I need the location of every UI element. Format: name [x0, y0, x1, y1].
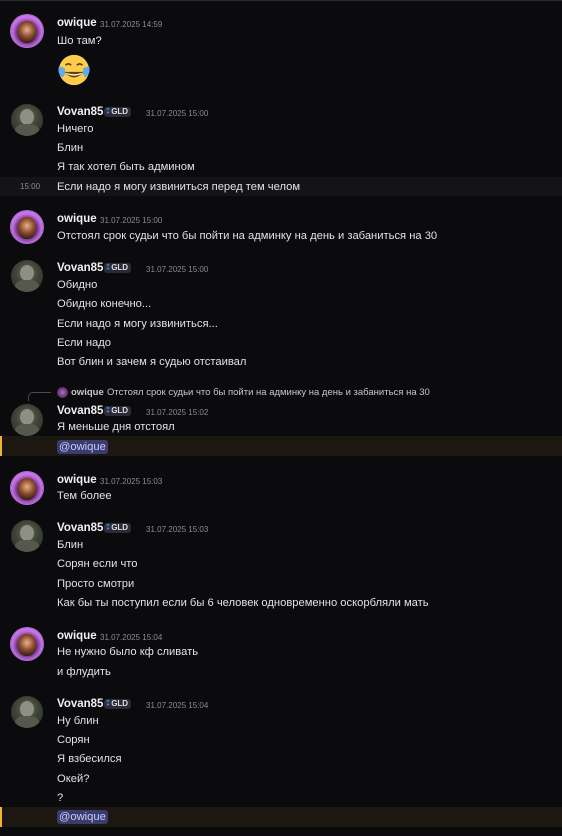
author-name[interactable]: Vovan85 — [57, 262, 103, 274]
message-text: Блин — [57, 142, 84, 154]
message-text: Шо там? — [57, 35, 102, 47]
message-text: Если надо я могу извиниться... — [57, 318, 218, 330]
guild-tag-icon: ⁑ — [106, 699, 111, 708]
message-text: Я взбесился — [57, 753, 122, 765]
avatar[interactable] — [11, 628, 43, 660]
message-text: Вот блин и зачем я судью отстаивал — [57, 356, 247, 368]
author-name[interactable]: owique — [57, 213, 97, 225]
timestamp: 31.07.2025 15:04 — [146, 701, 209, 710]
message-text: Не нужно было кф сливать — [57, 646, 199, 658]
avatar[interactable] — [11, 520, 43, 552]
timestamp: 31.07.2025 15:03 — [100, 477, 163, 486]
guild-tag[interactable]: ⁑GLD — [104, 406, 132, 416]
author-name[interactable]: owique — [57, 630, 97, 642]
timestamp: 31.07.2025 15:03 — [146, 525, 209, 534]
author-name[interactable]: Vovan85 — [57, 106, 103, 118]
top-divider — [0, 0, 562, 1]
message-text: Блин — [57, 539, 84, 551]
guild-tag[interactable]: ⁑GLD — [104, 699, 132, 709]
mention-bar — [0, 436, 2, 456]
avatar[interactable] — [11, 15, 43, 47]
hover-timestamp: 15:00 — [20, 182, 41, 191]
author-name[interactable]: Vovan85 — [57, 698, 103, 710]
message-text: Сорян — [57, 734, 90, 746]
author-name[interactable]: owique — [57, 474, 97, 486]
reply-avatar[interactable] — [57, 387, 68, 398]
timestamp: 31.07.2025 15:02 — [146, 408, 209, 417]
author-name[interactable]: owique — [57, 17, 97, 29]
message-text: Ну блин — [57, 715, 99, 727]
user-mention[interactable]: @owique — [57, 810, 108, 824]
timestamp: 31.07.2025 15:00 — [100, 216, 163, 225]
reply-connector — [28, 392, 51, 401]
user-mention[interactable]: @owique — [57, 440, 108, 454]
reply-author[interactable]: owique — [71, 387, 104, 398]
message-text: Я так хотел быть админом — [57, 161, 195, 173]
timestamp: 31.07.2025 15:00 — [146, 265, 209, 274]
message-text: и флудить — [57, 666, 111, 678]
message-text: Тем более — [57, 490, 112, 502]
message-text: Ничего — [57, 123, 94, 135]
guild-tag-icon: ⁑ — [106, 523, 111, 532]
avatar[interactable] — [11, 472, 43, 504]
avatar[interactable] — [11, 260, 43, 292]
author-name[interactable]: Vovan85 — [57, 522, 103, 534]
message-text: Окей? — [57, 773, 90, 785]
message-text: Я меньше дня отстоял — [57, 421, 175, 433]
message-text: Если надо — [57, 337, 111, 349]
guild-tag-icon: ⁑ — [106, 263, 111, 272]
message-text: ? — [57, 792, 64, 804]
reply-preview[interactable]: Отстоял срок судьи что бы пойти на админ… — [107, 387, 430, 398]
face-with-tears-of-joy-icon — [58, 54, 90, 86]
guild-tag[interactable]: ⁑GLD — [104, 107, 132, 117]
guild-tag-icon: ⁑ — [106, 107, 111, 116]
timestamp: 31.07.2025 14:59 — [100, 20, 163, 29]
avatar[interactable] — [11, 404, 43, 436]
message-text: Сорян если что — [57, 558, 138, 570]
message-text: Отстоял срок судьи что бы пойти на админ… — [57, 230, 438, 242]
author-name[interactable]: Vovan85 — [57, 405, 103, 417]
message-text: Обидно — [57, 279, 98, 291]
message-text: Обидно конечно... — [57, 298, 152, 310]
message-text: Если надо я могу извиниться перед тем че… — [57, 181, 301, 193]
avatar[interactable] — [11, 696, 43, 728]
guild-tag[interactable]: ⁑GLD — [104, 263, 132, 273]
mention-bar — [0, 807, 2, 827]
guild-tag[interactable]: ⁑GLD — [104, 523, 132, 533]
guild-tag-icon: ⁑ — [106, 406, 111, 415]
avatar[interactable] — [11, 211, 43, 243]
message-text: Как бы ты поступил если бы 6 человек одн… — [57, 597, 429, 609]
message-text: Просто смотри — [57, 578, 135, 590]
timestamp: 31.07.2025 15:00 — [146, 109, 209, 118]
timestamp: 31.07.2025 15:04 — [100, 633, 163, 642]
avatar[interactable] — [11, 104, 43, 136]
